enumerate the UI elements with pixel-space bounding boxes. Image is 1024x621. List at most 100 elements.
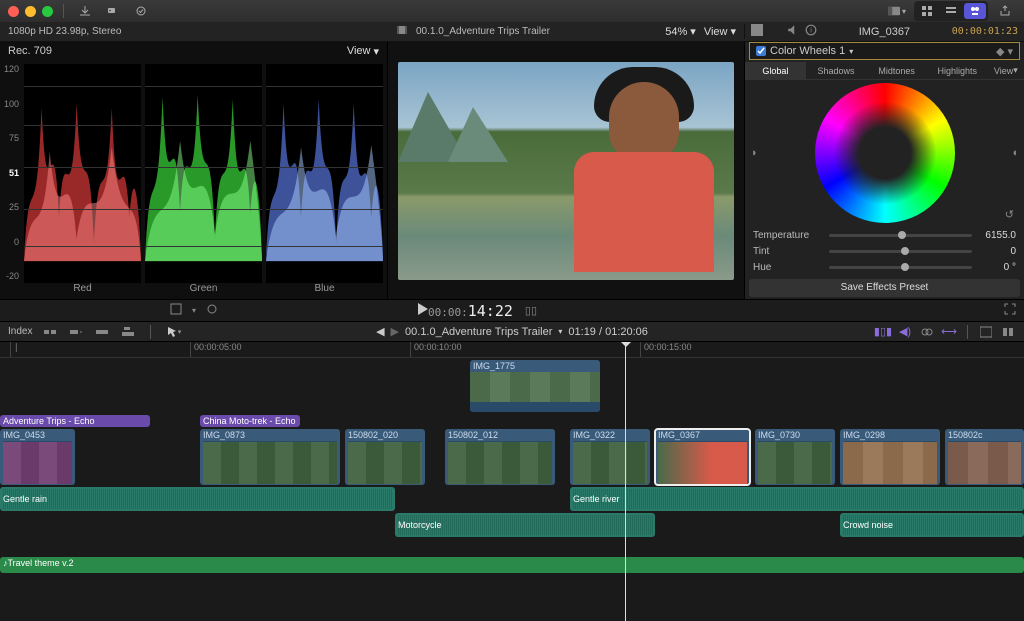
scope-y-axis: 120 100 75 51 25 0 -20	[0, 64, 22, 281]
scopes-tools: ▾	[0, 303, 388, 318]
tab-shadows[interactable]: Shadows	[806, 62, 867, 79]
color-wheel-puck[interactable]	[880, 148, 890, 158]
format-info: 1080p HD 23.98p, Stereo	[0, 26, 388, 37]
color-wheel[interactable]: ◗ ◖ ↺	[745, 80, 1024, 225]
window-titlebar: ▾	[0, 0, 1024, 22]
solo-icon[interactable]	[919, 325, 935, 339]
keyword-icon[interactable]	[102, 3, 124, 19]
film-icon	[396, 24, 408, 39]
minimize-window-button[interactable]	[25, 6, 36, 17]
viewer-view-menu[interactable]: View ▾	[704, 25, 736, 38]
reset-icon[interactable]: ↺	[1005, 208, 1014, 221]
timeline-project-info: ◀ ▶ 00.1.0_Adventure Trips Trailer▾ 01:1…	[376, 325, 648, 338]
spacer	[0, 538, 1024, 556]
tab-midtones[interactable]: Midtones	[866, 62, 927, 79]
video-clip[interactable]: 150802_012	[445, 429, 555, 485]
zoom-level[interactable]: 54% ▾	[665, 25, 696, 38]
video-clip[interactable]: 150802_020	[345, 429, 425, 485]
playhead[interactable]	[625, 342, 626, 621]
save-preset-button[interactable]: Save Effects Preset	[749, 279, 1020, 297]
primary-storyline: IMG_0453 IMG_0873 150802_020 150802_012 …	[0, 428, 1024, 486]
skimming-icon[interactable]: ▮▯▮	[875, 325, 891, 339]
upper-panes: Rec. 709 View ▾ 120 100 75 51 25 0 -20 R	[0, 42, 1024, 300]
audio-inspector-icon[interactable]	[787, 24, 799, 39]
timeline-layout-icon[interactable]	[940, 3, 962, 19]
music-track: ♪ Travel theme v.2	[0, 556, 1024, 574]
scopes-header: Rec. 709 View ▾	[0, 42, 387, 60]
media-insert-icon[interactable]	[42, 325, 58, 339]
viewer[interactable]	[388, 42, 744, 299]
music-clip[interactable]: ♪ Travel theme v.2	[0, 557, 1024, 573]
tab-global[interactable]: Global	[745, 62, 806, 79]
video-clip-selected[interactable]: IMG_0367	[655, 429, 750, 485]
title-clip[interactable]: China Moto-trek - Echo	[200, 415, 300, 427]
color-inspector-icon[interactable]	[769, 24, 781, 39]
tab-highlights[interactable]: Highlights	[927, 62, 988, 79]
media-connect-icon[interactable]	[120, 325, 136, 339]
select-tool-icon[interactable]: ▾	[165, 325, 181, 339]
video-clip[interactable]: IMG_0453	[0, 429, 75, 485]
library-toggle-icon[interactable]: ▾	[886, 3, 908, 19]
share-icon[interactable]	[994, 3, 1016, 19]
tint-slider[interactable]: Tint0	[753, 243, 1016, 259]
audio-meter-icon[interactable]: ▯▯	[525, 304, 537, 317]
titlebar-right: ▾	[886, 1, 1016, 21]
nav-back-icon[interactable]: ◀	[376, 325, 384, 338]
video-clip[interactable]: IMG_0730	[755, 429, 835, 485]
timeline-layout-icon[interactable]	[978, 325, 994, 339]
ruler-tick: 00:00:05:00	[190, 342, 242, 357]
video-clip[interactable]: IMG_0322	[570, 429, 650, 485]
hue-slider[interactable]: Hue0 °	[753, 259, 1016, 275]
tab-view-menu[interactable]: View▾	[988, 62, 1024, 79]
video-clip[interactable]: 150802c	[945, 429, 1024, 485]
inspector-header: i IMG_0367 00:00:01:23	[744, 24, 1024, 39]
audio-clip[interactable]: Gentle river	[570, 487, 1024, 511]
video-inspector-icon[interactable]	[751, 24, 763, 39]
index-button[interactable]: Index	[8, 326, 32, 337]
video-clip[interactable]: IMG_0298	[840, 429, 940, 485]
audio-clip[interactable]: Crowd noise	[840, 513, 1024, 537]
audio-skimming-icon[interactable]: ◀)	[897, 325, 913, 339]
audio-clip[interactable]: Gentle rain	[0, 487, 395, 511]
channel-label: Green	[145, 283, 262, 299]
info-inspector-icon[interactable]: i	[805, 24, 817, 39]
timeline[interactable]: ∣ 00:00:05:00 00:00:10:00 00:00:15:00 IM…	[0, 342, 1024, 621]
red-channel: Red	[24, 64, 141, 299]
tracks: IMG_1775 Adventure Trips - Echo China Mo…	[0, 358, 1024, 574]
saturation-arc-icon[interactable]: ◗	[751, 147, 758, 159]
scopes-view-menu[interactable]: View ▾	[347, 45, 379, 58]
audio-clip[interactable]: Motorcycle	[395, 513, 655, 537]
timeline-project-name[interactable]: 00.1.0_Adventure Trips Trailer	[405, 326, 552, 338]
brightness-arc-icon[interactable]: ◖	[1011, 147, 1018, 159]
title-clip[interactable]: Adventure Trips - Echo	[0, 415, 150, 427]
video-clip[interactable]: IMG_0873	[200, 429, 340, 485]
timeline-ruler[interactable]: ∣ 00:00:05:00 00:00:10:00 00:00:15:00	[0, 342, 1024, 358]
background-tasks-icon[interactable]	[130, 3, 152, 19]
import-icon[interactable]	[74, 3, 96, 19]
effects-browser-icon[interactable]	[1000, 325, 1016, 339]
video-scopes: Rec. 709 View ▾ 120 100 75 51 25 0 -20 R	[0, 42, 388, 299]
fullscreen-icon[interactable]	[1004, 303, 1016, 318]
maximize-window-button[interactable]	[42, 6, 53, 17]
effect-keyframe-icon[interactable]: ◆ ▾	[996, 45, 1013, 58]
media-append-icon[interactable]	[68, 325, 84, 339]
color-wheels-section[interactable]: Color Wheels 1 ▾ ◆ ▾	[749, 42, 1020, 60]
temperature-slider[interactable]: Temperature6155.0	[753, 227, 1016, 243]
inspector-toggle-icon[interactable]	[964, 3, 986, 19]
close-window-button[interactable]	[8, 6, 19, 17]
divider	[63, 4, 64, 18]
color-sliders: Temperature6155.0 Tint0 Hue0 °	[745, 225, 1024, 277]
play-icon[interactable]	[418, 303, 428, 318]
scopes-layout-icon[interactable]	[170, 303, 182, 318]
audio-track-1: Gentle rain Gentle river	[0, 486, 1024, 512]
scopes-settings-icon[interactable]	[206, 303, 218, 318]
nav-forward-icon[interactable]: ▶	[391, 325, 399, 338]
media-overwrite-icon[interactable]	[94, 325, 110, 339]
snapping-icon[interactable]: ⟷	[941, 325, 957, 339]
browser-layout-icon[interactable]	[916, 3, 938, 19]
connected-clip[interactable]: IMG_1775	[470, 360, 600, 412]
divider	[967, 325, 968, 339]
effect-enable-checkbox[interactable]	[756, 46, 766, 56]
divider	[150, 325, 151, 339]
green-channel: Green	[145, 64, 262, 299]
